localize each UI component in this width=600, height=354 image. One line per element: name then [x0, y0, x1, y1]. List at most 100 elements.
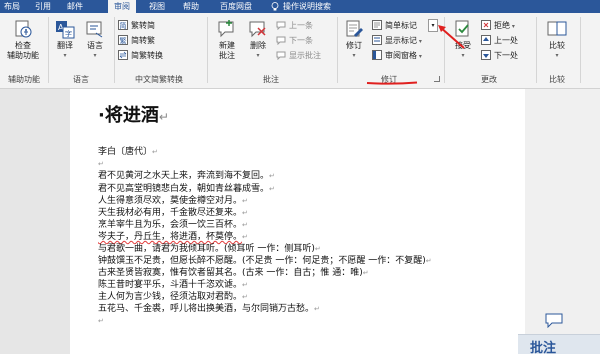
language-button[interactable]: 语言 ▾ — [82, 19, 108, 61]
new-comment-button[interactable]: 新建 批注 — [212, 19, 242, 61]
tab-help[interactable]: 帮助 — [178, 0, 204, 13]
author-line: 李白〔唐代〕↵ — [98, 147, 158, 158]
document-area: ·将进酒↵ 李白〔唐代〕↵ ↵ 君不见黄河之水天上来，奔流到海不复回。↵ 君不见… — [0, 89, 600, 354]
check-accessibility-button[interactable]: 检查 辅助功能 — [4, 19, 42, 61]
comments-pane-header[interactable]: 批注 — [518, 334, 600, 354]
comment-balloon-icon[interactable] — [545, 313, 563, 328]
poem-line-text: 天生我材必有用，千金散尽还复来。 — [98, 208, 243, 218]
tracking-dialog-launcher-icon[interactable] — [434, 76, 440, 82]
previous-change-label: 上一处 — [494, 36, 518, 45]
tab-layout[interactable]: 布局 — [0, 0, 24, 13]
poem-line: 君不见高堂明镜悲白发，朝如青丝暮成雪。↵ — [98, 184, 275, 194]
poem-line: 五花马、千金裘，呼儿将出换美酒，与尔同销万古愁。↵ — [98, 304, 320, 314]
poem-line-text: 主人何为言少钱，径须沽取对君酌。 — [98, 292, 243, 302]
group-label-compare: 比较 — [549, 75, 565, 84]
delete-comment-button[interactable]: 删除 ▾ — [246, 19, 270, 61]
title-text: 将进酒 — [104, 105, 159, 126]
simp-trad-convert-button[interactable]: 简繁转换 — [118, 49, 163, 62]
new-label: 新建 — [219, 41, 235, 50]
empty-paragraph: ↵ — [98, 160, 104, 168]
previous-change-button[interactable]: 上一处 — [481, 34, 518, 47]
paragraph-mark-icon: ↵ — [152, 148, 158, 156]
poem-line-text: 君不见黄河之水天上来，奔流到海不复回。 — [98, 171, 270, 181]
previous-label: 上一条 — [289, 21, 313, 30]
show-comments-button[interactable]: 显示批注 — [276, 49, 321, 62]
group-divider — [580, 17, 581, 83]
poem-line-text: 与君歌一曲，请君为我倾耳听。(倾耳听 一作：侧耳听) — [98, 244, 315, 254]
language-label: 语言 — [87, 41, 103, 50]
annotation-arrow — [438, 25, 465, 49]
document-page[interactable]: ·将进酒↵ 李白〔唐代〕↵ ↵ 君不见黄河之水天上来，奔流到海不复回。↵ 君不见… — [70, 89, 525, 354]
previous-comment-button[interactable]: 上一条 — [276, 19, 313, 32]
tab-review[interactable]: 审阅 — [108, 0, 136, 13]
markup-display-select[interactable]: 简单标记 — [372, 19, 417, 32]
trad-to-simp-button[interactable]: 简繁转简 — [118, 19, 155, 32]
svg-text:字: 字 — [65, 29, 72, 38]
poem-line: 陈王昔时宴平乐，斗酒十千恣欢谑。↵ — [98, 280, 248, 290]
poem-line: 与君歌一曲，请君为我倾耳听。(倾耳听 一作：侧耳听)↵ — [98, 244, 321, 254]
tab-references[interactable]: 引用 — [30, 0, 56, 13]
document-title: ·将进酒↵ — [98, 105, 169, 126]
tell-me-search[interactable]: 操作说明搜索 — [283, 0, 343, 13]
chevron-down-icon: ▾ — [93, 52, 97, 59]
compare-icon — [547, 21, 567, 36]
poem-line-text: 古来圣贤皆寂寞，惟有饮者留其名。(古来 一作：自古；惟 通：唯) — [98, 268, 363, 278]
tab-baidu-netdisk[interactable]: 百度网盘 — [214, 0, 258, 13]
review-pane-button[interactable]: 审阅窗格 ▾ — [372, 49, 422, 62]
chevron-down-icon: ▾ — [256, 52, 260, 59]
simp-to-trad-icon: 繁 — [118, 35, 128, 45]
chevron-down-icon: ▾ — [461, 52, 465, 59]
group-label-comments: 批注 — [263, 75, 279, 84]
next-change-icon — [481, 50, 491, 60]
poem-line: 古来圣贤皆寂寞，惟有饮者留其名。(古来 一作：自古；惟 通：唯)↵ — [98, 268, 369, 278]
markup-select-value: 简单标记 — [385, 21, 417, 30]
markup-view-icon — [372, 20, 382, 30]
paragraph-mark-icon: ↵ — [158, 110, 169, 124]
tab-mailings[interactable]: 邮件 — [62, 0, 88, 13]
previous-comment-icon — [276, 21, 286, 30]
show-comments-label: 显示批注 — [289, 51, 321, 60]
reject-button[interactable]: 拒绝 ▾ — [481, 19, 515, 32]
translate-label: 翻译 — [57, 41, 73, 50]
review-pane-icon — [372, 50, 382, 60]
show-comments-icon — [276, 51, 286, 60]
poem-line-text: 君不见高堂明镜悲白发，朝如青丝暮成雪。 — [98, 184, 270, 194]
annotation-underline — [366, 81, 418, 85]
simp-to-trad-button[interactable]: 繁简转繁 — [118, 34, 155, 47]
group-label-language: 语言 — [73, 75, 89, 84]
previous-change-icon — [481, 35, 491, 45]
show-markup-button[interactable]: 显示标记 ▾ — [372, 34, 422, 47]
simp-to-trad-label: 简转繁 — [131, 36, 155, 45]
poem-line: 君不见黄河之水天上来，奔流到海不复回。↵ — [98, 171, 275, 181]
group-label-accessibility: 辅助功能 — [8, 75, 40, 84]
poem-line: 烹羊宰牛且为乐，会须一饮三百杯。↵ — [98, 220, 248, 230]
translate-button[interactable]: A 字 翻译 ▾ — [52, 19, 78, 61]
next-label: 下一条 — [289, 36, 313, 45]
author-text: 李白〔唐代〕 — [98, 147, 153, 157]
language-icon — [86, 21, 103, 38]
track-changes-icon — [346, 20, 363, 37]
ribbon: 检查 辅助功能 辅助功能 A 字 翻译 ▾ 语言 ▾ 语言 简繁转简 繁简转繁 … — [0, 13, 600, 89]
translate-icon: A 字 — [56, 21, 75, 39]
next-change-button[interactable]: 下一处 — [481, 49, 518, 62]
convert-icon — [118, 50, 128, 60]
delete-label: 删除 — [250, 41, 266, 50]
next-comment-icon — [276, 36, 286, 45]
poem-line-text: 烹羊宰牛且为乐，会须一饮三百杯。 — [98, 220, 243, 230]
compare-label: 比较 — [549, 41, 565, 50]
ribbon-tab-bar: 布局 引用 邮件 审阅 视图 帮助 百度网盘 操作说明搜索 — [0, 0, 600, 13]
chevron-down-icon: ▾ — [63, 52, 67, 59]
trad-to-simp-icon: 简 — [118, 20, 128, 30]
next-comment-button[interactable]: 下一条 — [276, 34, 313, 47]
delete-comment-icon — [249, 21, 266, 38]
tab-view[interactable]: 视图 — [144, 0, 170, 13]
comment-label: 批注 — [219, 51, 235, 60]
chevron-down-icon: ▾ — [555, 52, 559, 59]
track-changes-button[interactable]: 修订 ▾ — [342, 19, 366, 61]
comments-pane-label: 批注 — [530, 341, 557, 354]
accessibility-check-icon — [15, 20, 32, 38]
show-markup-label: 显示标记 — [385, 36, 417, 45]
compare-button[interactable]: 比较 ▾ — [544, 19, 570, 61]
lightbulb-icon — [271, 2, 279, 11]
trad-to-simp-label: 繁转简 — [131, 21, 155, 30]
